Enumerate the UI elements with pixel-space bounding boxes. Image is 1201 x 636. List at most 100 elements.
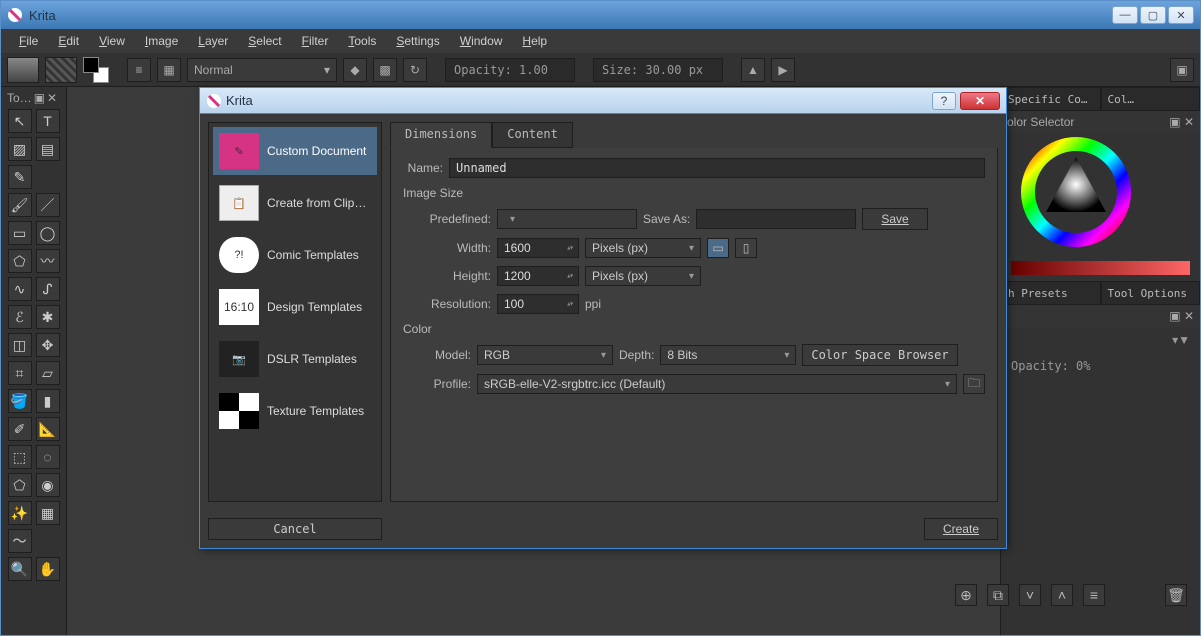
line-tool[interactable]: ／ bbox=[36, 193, 60, 217]
dialog-help-button[interactable]: ? bbox=[932, 92, 956, 110]
menu-help[interactable]: Help bbox=[512, 31, 557, 51]
color-space-browser-button[interactable]: Color Space Browser bbox=[802, 344, 957, 366]
layer-opacity-label[interactable]: Opacity: 0% bbox=[1001, 353, 1200, 379]
tab-content[interactable]: Content bbox=[492, 122, 573, 148]
opacity-slider[interactable]: Opacity: 1.00 bbox=[445, 58, 575, 82]
move-layer-down-button[interactable]: ˅ bbox=[1019, 584, 1041, 606]
perspective-tool[interactable]: ▱ bbox=[36, 361, 60, 385]
cancel-button[interactable]: Cancel bbox=[208, 518, 382, 540]
bezier-tool[interactable]: ∿ bbox=[8, 277, 32, 301]
calligraphy-tool[interactable]: ✎ bbox=[8, 165, 32, 189]
tab-tool-options[interactable]: Tool Options bbox=[1101, 281, 1201, 305]
profile-dropdown[interactable]: sRGB-elle-V2-srgbtrc.icc (Default) bbox=[477, 374, 957, 394]
reload-brush-button[interactable]: ↻ bbox=[403, 58, 427, 82]
fg-bg-colors[interactable] bbox=[83, 57, 109, 83]
sidebar-item-custom-document[interactable]: ✎ Custom Document bbox=[213, 127, 377, 175]
mirror-h-button[interactable]: ▲ bbox=[741, 58, 765, 82]
gradient-tool[interactable]: ▮ bbox=[36, 389, 60, 413]
sidebar-item-create-from-clipboard[interactable]: 📋 Create from Clip… bbox=[213, 179, 377, 227]
tab-color[interactable]: Col… bbox=[1101, 87, 1201, 111]
close-button[interactable]: ✕ bbox=[1168, 6, 1194, 24]
saveas-input[interactable] bbox=[696, 209, 856, 229]
sidebar-item-comic-templates[interactable]: ?! Comic Templates bbox=[213, 231, 377, 279]
menu-view[interactable]: View bbox=[89, 31, 135, 51]
eraser-button[interactable]: ◆ bbox=[343, 58, 367, 82]
rect-tool[interactable]: ▭ bbox=[8, 221, 32, 245]
brush-tool[interactable]: 🖌 bbox=[8, 193, 32, 217]
orientation-landscape-button[interactable]: ▭ bbox=[707, 238, 729, 258]
workspace-chooser-button[interactable]: ▣ bbox=[1170, 58, 1194, 82]
menu-file[interactable]: File bbox=[9, 31, 48, 51]
polyline-tool[interactable]: 〰 bbox=[36, 249, 60, 273]
transform-tool[interactable]: ◫ bbox=[8, 333, 32, 357]
workspace-button[interactable]: ▦ bbox=[157, 58, 181, 82]
menu-tools[interactable]: Tools bbox=[338, 31, 386, 51]
depth-dropdown[interactable]: 8 Bits bbox=[660, 345, 796, 365]
width-unit-dropdown[interactable]: Pixels (px) bbox=[585, 238, 701, 258]
color-bar[interactable] bbox=[1011, 261, 1190, 275]
menu-edit[interactable]: Edit bbox=[48, 31, 89, 51]
minimize-button[interactable]: — bbox=[1112, 6, 1138, 24]
height-input[interactable]: 1200 bbox=[497, 266, 579, 286]
predefined-dropdown[interactable] bbox=[497, 209, 637, 229]
name-input[interactable] bbox=[449, 158, 985, 178]
menu-image[interactable]: Image bbox=[135, 31, 188, 51]
tab-brush-presets[interactable]: h Presets bbox=[1001, 281, 1101, 305]
maximize-button[interactable]: ▢ bbox=[1140, 6, 1166, 24]
model-dropdown[interactable]: RGB bbox=[477, 345, 613, 365]
add-layer-button[interactable]: ⊕ bbox=[955, 584, 977, 606]
filter-icon[interactable]: ▾▼ bbox=[1172, 333, 1190, 347]
color-picker-tool[interactable]: ✐ bbox=[8, 417, 32, 441]
create-button[interactable]: Create bbox=[924, 518, 998, 540]
move-layer-up-button[interactable]: ˄ bbox=[1051, 584, 1073, 606]
freehand-path-tool[interactable]: ᔑ bbox=[36, 277, 60, 301]
dynamic-brush-tool[interactable]: ℰ bbox=[8, 305, 32, 329]
select-contiguous-tool[interactable]: ✨ bbox=[8, 501, 32, 525]
duplicate-layer-button[interactable]: ⧉ bbox=[987, 584, 1009, 606]
dialog-titlebar[interactable]: Krita ? ✕ bbox=[200, 88, 1006, 114]
undock-tooloptions-icon[interactable]: ▣ ✕ bbox=[1169, 309, 1194, 323]
fill-tool[interactable]: 🪣 bbox=[8, 389, 32, 413]
color-selector-ring[interactable] bbox=[1016, 137, 1186, 257]
width-input[interactable]: 1600 bbox=[497, 238, 579, 258]
move-layer-tool[interactable]: ✥ bbox=[36, 333, 60, 357]
select-freehand-tool[interactable]: ◉ bbox=[36, 473, 60, 497]
crop-tool[interactable]: ⌗ bbox=[8, 361, 32, 385]
alpha-lock-button[interactable]: ▩ bbox=[373, 58, 397, 82]
mirror-v-button[interactable]: ▶ bbox=[771, 58, 795, 82]
resolution-input[interactable]: 100 bbox=[497, 294, 579, 314]
menu-layer[interactable]: Layer bbox=[188, 31, 238, 51]
pattern-swatch-button[interactable] bbox=[45, 57, 77, 83]
brush-preset-button[interactable]: ≡ bbox=[127, 58, 151, 82]
close-panel-icon[interactable]: ✕ bbox=[47, 91, 57, 105]
layer-properties-button[interactable]: ≡ bbox=[1083, 584, 1105, 606]
pan-tool[interactable]: ✋ bbox=[36, 557, 60, 581]
tab-specific-color[interactable]: Specific Co… bbox=[1001, 87, 1101, 111]
height-unit-dropdown[interactable]: Pixels (px) bbox=[585, 266, 701, 286]
size-slider[interactable]: Size: 30.00 px bbox=[593, 58, 723, 82]
blend-mode-dropdown[interactable]: Normal▾ bbox=[187, 58, 337, 82]
sidebar-item-texture-templates[interactable]: Texture Templates bbox=[213, 387, 377, 435]
polygon-tool[interactable]: ⬠ bbox=[8, 249, 32, 273]
select-similar-tool[interactable]: ▦ bbox=[36, 501, 60, 525]
menu-settings[interactable]: Settings bbox=[386, 31, 449, 51]
select-poly-tool[interactable]: ⬠ bbox=[8, 473, 32, 497]
main-titlebar[interactable]: Krita — ▢ ✕ bbox=[1, 1, 1200, 29]
gradient-swatch-button[interactable] bbox=[7, 57, 39, 83]
edit-shapes-tool[interactable]: ▤ bbox=[36, 137, 60, 161]
delete-layer-button[interactable]: 🗑 bbox=[1165, 584, 1187, 606]
ellipse-tool[interactable]: ◯ bbox=[36, 221, 60, 245]
save-preset-button[interactable]: Save bbox=[862, 208, 927, 230]
dialog-close-button[interactable]: ✕ bbox=[960, 92, 1000, 110]
undock-color-icon[interactable]: ▣ ✕ bbox=[1169, 115, 1194, 129]
profile-browse-button[interactable]: 🗀 bbox=[963, 374, 985, 394]
tab-dimensions[interactable]: Dimensions bbox=[390, 122, 492, 148]
sidebar-item-dslr-templates[interactable]: 📷 DSLR Templates bbox=[213, 335, 377, 383]
undock-icon[interactable]: ▣ bbox=[34, 91, 45, 105]
sidebar-item-design-templates[interactable]: 16:10 Design Templates bbox=[213, 283, 377, 331]
select-ellipse-tool[interactable]: ◌ bbox=[36, 445, 60, 469]
orientation-portrait-button[interactable]: ▯ bbox=[735, 238, 757, 258]
menu-select[interactable]: Select bbox=[238, 31, 291, 51]
measure-tool[interactable]: 📐 bbox=[36, 417, 60, 441]
zoom-tool[interactable]: 🔍 bbox=[8, 557, 32, 581]
